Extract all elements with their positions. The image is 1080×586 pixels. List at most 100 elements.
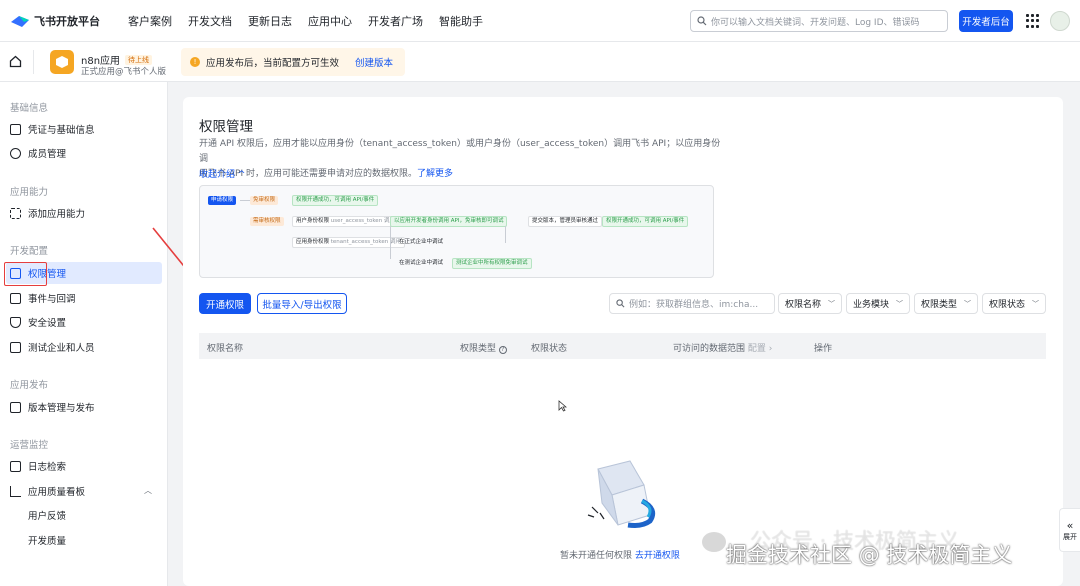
flow-user-scope: 用户身份权限 user_access_token 调用 xyxy=(292,216,399,227)
permission-panel: 权限管理 开通 API 权限后，应用才能以应用身份（tenant_access_… xyxy=(183,97,1063,586)
top-navbar: 飞书开放平台 客户案例 开发文档 更新日志 应用中心 开发者广场 智能助手 你可… xyxy=(0,0,1080,42)
sidebar-item-security[interactable]: 安全设置 xyxy=(6,311,162,333)
home-icon[interactable] xyxy=(9,55,22,68)
flow-opened-1: 权限开通成功，可调用 API/事件 xyxy=(292,195,379,206)
code-icon xyxy=(10,341,21,353)
flow-opened-2: 权限开通成功，可调用 API/事件 xyxy=(602,216,689,227)
go-open-permission-link[interactable]: 去开通权限 xyxy=(635,551,680,561)
upload-icon xyxy=(10,401,21,413)
watermark-line-2: 掘金技术社区 @ 技术极简主义 xyxy=(726,543,1013,567)
flow-no-review: 免审权限 xyxy=(250,196,279,205)
empty-state-text: 暂未开通任何权限 去开通权限 xyxy=(560,551,680,561)
apps-grid-icon[interactable] xyxy=(1026,14,1040,28)
open-permission-button[interactable]: 开通权限 xyxy=(199,293,251,314)
col-permission-name: 权限名称 xyxy=(207,344,244,354)
app-icon xyxy=(50,50,74,74)
chevron-down-icon: ﹀ xyxy=(964,299,971,308)
sidebar: 基础信息 凭证与基础信息 成员管理 应用能力 添加应用能力 开发配置 权限管理 … xyxy=(0,82,168,586)
sidebar-section-dev-config: 开发配置 xyxy=(10,246,49,257)
flow-need-review: 需审核权限 xyxy=(250,217,284,226)
empty-box-icon xyxy=(587,460,656,528)
page-description: 开通 API 权限后，应用才能以应用身份（tenant_access_token… xyxy=(199,139,721,179)
doc-search-input[interactable]: 你可以输入文档关键词、开发问题、Log ID、错误码 xyxy=(690,10,948,32)
permission-search-placeholder: 例如：获取群组信息、im:cha... xyxy=(629,300,759,310)
sidebar-item-test-tenant[interactable]: 测试企业和人员 xyxy=(6,336,162,358)
grid-plus-icon xyxy=(10,207,21,219)
dev-console-button[interactable]: 开发者后台 xyxy=(959,10,1013,32)
highlight-box xyxy=(4,262,47,286)
flow-test-apply: 在测试企业中调试 xyxy=(399,260,444,266)
sidebar-item-logs[interactable]: 日志检索 xyxy=(6,455,162,477)
flow-line xyxy=(505,226,506,243)
flow-app-scope: 应用身份权限 tenant_access_token 调用 xyxy=(292,237,405,248)
col-permission-type: 权限类型 ? xyxy=(460,341,507,354)
flow-line xyxy=(240,200,250,201)
id-card-icon xyxy=(10,123,21,135)
permission-flow-diagram: 申请权限 免审权限 权限开通成功，可调用 API/事件 需审核权限 用户身份权限… xyxy=(199,185,714,278)
learn-more-link[interactable]: 了解更多 xyxy=(417,169,453,179)
flow-test-free: 测试企业中所有权限免审调试 xyxy=(452,258,532,269)
log-icon xyxy=(10,460,21,472)
sidebar-item-dev-quality[interactable]: 开发质量 xyxy=(6,529,162,551)
nav-app-center[interactable]: 应用中心 xyxy=(308,13,352,29)
sidebar-item-events[interactable]: 事件与回调 xyxy=(6,287,162,309)
help-icon: ? xyxy=(498,346,507,354)
flow-prod-apply: 在正式企业中调试 xyxy=(399,239,444,245)
divider xyxy=(33,50,34,74)
shield-icon xyxy=(10,316,21,328)
sidebar-item-credentials[interactable]: 凭证与基础信息 xyxy=(6,118,162,140)
app-subtitle: 正式应用@飞书个人版 xyxy=(81,67,167,77)
user-icon xyxy=(10,147,21,159)
status-badge: 待上线 xyxy=(125,54,153,65)
flow-submit: 提交版本，管理员审核通过 xyxy=(528,216,603,227)
brand-name: 飞书开放平台 xyxy=(34,14,100,28)
nav-dev-square[interactable]: 开发者广场 xyxy=(368,13,423,29)
config-link[interactable]: 配置 xyxy=(748,344,766,354)
flow-apply: 申请权限 xyxy=(208,196,237,205)
filter-business-module[interactable]: 业务模块 ﹀ xyxy=(846,293,910,314)
permission-search-input[interactable]: 例如：获取群组信息、im:cha... xyxy=(609,293,775,314)
chart-icon xyxy=(10,485,21,497)
nav-changelog[interactable]: 更新日志 xyxy=(248,13,292,29)
sidebar-section-basic: 基础信息 xyxy=(10,103,49,114)
col-data-scope: 可访问的数据范围 配置 › xyxy=(673,344,773,354)
avatar[interactable] xyxy=(1050,11,1070,31)
main-nav: 客户案例 开发文档 更新日志 应用中心 开发者广场 智能助手 xyxy=(128,13,499,29)
sidebar-section-monitor: 运营监控 xyxy=(10,440,49,451)
notice-text: 应用发布后，当前配置方可生效 xyxy=(206,58,340,69)
nav-docs[interactable]: 开发文档 xyxy=(188,13,232,29)
search-placeholder: 你可以输入文档关键词、开发问题、Log ID、错误码 xyxy=(711,17,920,28)
sidebar-item-feedback[interactable]: 用户反馈 xyxy=(6,504,162,526)
chevron-down-icon: ﹀ xyxy=(896,299,903,308)
brand-logo[interactable]: 飞书开放平台 xyxy=(10,13,120,29)
flow-dev-call: 以应用开发者身份调用 API，免审核即可调试 xyxy=(390,216,508,227)
sidebar-item-versions[interactable]: 版本管理与发布 xyxy=(6,396,162,418)
nav-assistant[interactable]: 智能助手 xyxy=(439,13,483,29)
warning-icon: ! xyxy=(190,57,200,67)
nav-cases[interactable]: 客户案例 xyxy=(128,13,172,29)
watermark: 公众号 · 技术极简主义 掘金技术社区 @ 技术极简主义 xyxy=(702,527,1074,577)
chevron-up-icon: ^ xyxy=(237,170,246,180)
collapse-intro-link[interactable]: 收起介绍 ^ xyxy=(199,167,245,180)
sidebar-item-members[interactable]: 成员管理 xyxy=(6,142,162,164)
col-permission-status: 权限状态 xyxy=(531,344,568,354)
page-title: 权限管理 xyxy=(199,119,253,135)
chevron-down-icon: ﹀ xyxy=(828,299,835,308)
filter-permission-name[interactable]: 权限名称 ﹀ xyxy=(778,293,842,314)
feishu-logo-icon xyxy=(11,15,29,27)
search-icon xyxy=(616,299,625,308)
search-icon xyxy=(697,16,707,26)
create-version-link[interactable]: 创建版本 xyxy=(355,55,393,69)
filter-permission-status[interactable]: 权限状态 ﹀ xyxy=(982,293,1046,314)
plus-box-icon xyxy=(10,292,21,304)
flow-line xyxy=(390,226,391,259)
batch-import-export-button[interactable]: 批量导入/导出权限 xyxy=(257,293,347,314)
col-actions: 操作 xyxy=(814,344,833,354)
mouse-cursor-icon xyxy=(558,400,567,412)
publish-notice: ! 应用发布后，当前配置方可生效 创建版本 xyxy=(181,48,405,76)
filter-permission-type[interactable]: 权限类型 ﹀ xyxy=(914,293,978,314)
wechat-logo-icon xyxy=(702,532,726,552)
sidebar-item-quality[interactable]: 应用质量看板 ︿ xyxy=(6,480,162,502)
chevron-down-icon: ﹀ xyxy=(1032,299,1039,308)
sidebar-item-add-capability[interactable]: 添加应用能力 xyxy=(6,202,162,224)
